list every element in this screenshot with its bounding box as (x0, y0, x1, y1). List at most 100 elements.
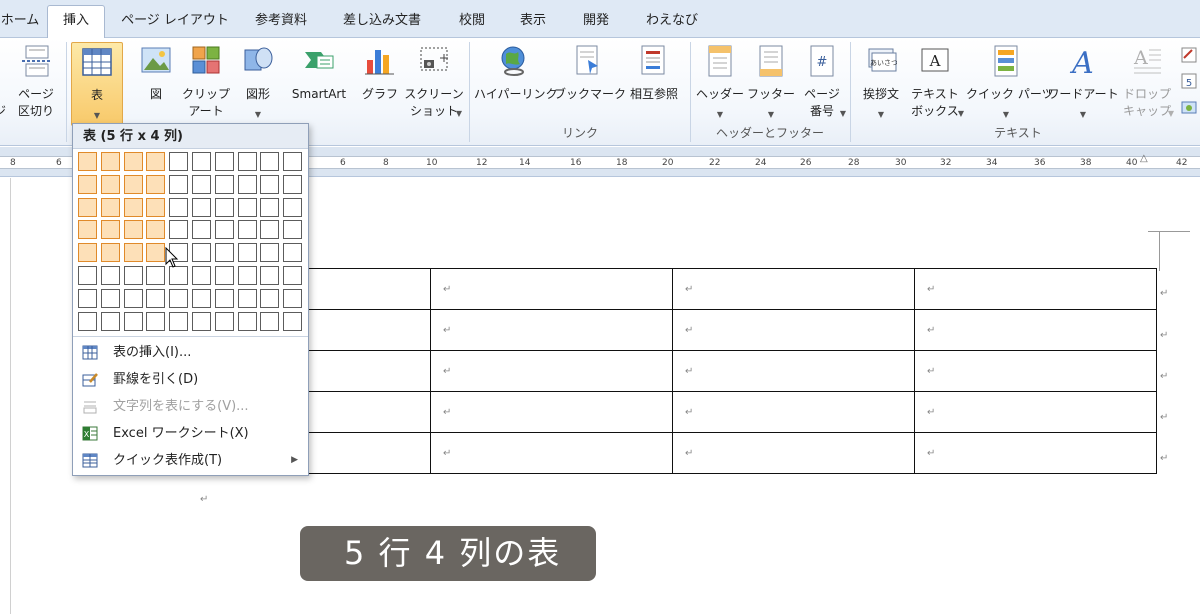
grid-cell[interactable] (237, 152, 257, 171)
grid-cell[interactable] (146, 197, 166, 217)
tab-insert[interactable]: 挿入 (47, 5, 105, 39)
object-icon[interactable] (1180, 98, 1198, 116)
grid-cell[interactable] (100, 311, 120, 331)
indent-marker-icon[interactable]: △ (1140, 153, 1148, 164)
grid-cell[interactable] (146, 220, 166, 240)
grid-cell[interactable] (146, 266, 166, 285)
grid-cell[interactable] (169, 197, 189, 217)
tab-review[interactable]: 校閲 (446, 6, 498, 38)
grid-cell[interactable] (283, 243, 303, 263)
grid-cell[interactable] (214, 220, 234, 240)
document-table[interactable]: ↵ ↵ ↵ ↵ ↵ ↵ ↵ ↵ ↵ ↵ ↵ ↵ ↵ ↵ ↵ (186, 268, 1157, 474)
table-cell[interactable]: ↵ (430, 268, 673, 310)
grid-cell[interactable] (283, 174, 303, 194)
table-cell[interactable]: ↵ (914, 350, 1157, 392)
grid-cell[interactable] (214, 174, 234, 194)
grid-cell[interactable] (146, 243, 166, 263)
grid-cell[interactable] (123, 220, 143, 240)
grid-cell[interactable] (123, 174, 143, 194)
grid-cell[interactable] (78, 266, 97, 285)
tab-waenavi[interactable]: わえなび (634, 6, 710, 38)
table-cell[interactable]: ↵ (914, 309, 1157, 351)
table-cell[interactable]: ↵ (672, 391, 915, 433)
signature-line-icon[interactable] (1180, 46, 1198, 64)
grid-cell[interactable] (237, 288, 257, 308)
convert-text-menu-item[interactable]: 文字列を表にする(V)... (73, 393, 308, 420)
grid-cell[interactable] (100, 174, 120, 194)
grid-cell[interactable] (260, 311, 280, 331)
grid-cell[interactable] (260, 220, 280, 240)
grid-cell[interactable] (169, 174, 189, 194)
table-cell[interactable]: ↵ (672, 432, 915, 474)
tab-mailings[interactable]: 差し込み文書 (330, 6, 434, 38)
grid-cell[interactable] (283, 288, 303, 308)
grid-cell[interactable] (146, 288, 166, 308)
grid-cell[interactable] (78, 197, 97, 217)
grid-cell[interactable] (214, 152, 234, 171)
grid-cell[interactable] (260, 174, 280, 194)
grid-cell[interactable] (283, 152, 303, 171)
tab-developer[interactable]: 開発 (570, 6, 622, 38)
grid-cell[interactable] (78, 243, 97, 263)
grid-cell[interactable] (214, 243, 234, 263)
table-cell[interactable]: ↵ (430, 432, 673, 474)
grid-cell[interactable] (100, 288, 120, 308)
grid-cell[interactable] (192, 152, 211, 171)
grid-cell[interactable] (146, 311, 166, 331)
grid-cell[interactable] (123, 197, 143, 217)
grid-cell[interactable] (237, 311, 257, 331)
grid-cell[interactable] (78, 174, 97, 194)
grid-cell[interactable] (283, 266, 303, 285)
table-cell[interactable]: ↵ (430, 391, 673, 433)
draw-table-menu-item[interactable]: 罫線を引く(D) (73, 366, 308, 393)
table-cell[interactable]: ↵ (430, 350, 673, 392)
grid-cell[interactable] (260, 243, 280, 263)
grid-cell[interactable] (192, 197, 211, 217)
grid-cell[interactable] (123, 152, 143, 171)
grid-cell[interactable] (146, 174, 166, 194)
grid-cell[interactable] (100, 243, 120, 263)
grid-cell[interactable] (260, 288, 280, 308)
table-cell[interactable]: ↵ (914, 268, 1157, 310)
grid-cell[interactable] (169, 220, 189, 240)
grid-cell[interactable] (146, 152, 166, 171)
table-cell[interactable]: ↵ (430, 309, 673, 351)
grid-cell[interactable] (100, 197, 120, 217)
grid-cell[interactable] (260, 197, 280, 217)
grid-cell[interactable] (169, 152, 189, 171)
grid-cell[interactable] (192, 220, 211, 240)
date-time-icon[interactable]: 5 (1180, 72, 1198, 90)
table-cell[interactable]: ↵ (914, 432, 1157, 474)
grid-cell[interactable] (237, 243, 257, 263)
tab-home[interactable]: ホーム (0, 6, 50, 38)
grid-cell[interactable] (100, 152, 120, 171)
table-button[interactable]: 表 ▼ (71, 42, 123, 126)
grid-cell[interactable] (123, 311, 143, 331)
grid-cell[interactable] (192, 243, 211, 263)
tab-references[interactable]: 参考資料 (244, 6, 318, 38)
grid-cell[interactable] (237, 197, 257, 217)
table-cell[interactable]: ↵ (672, 268, 915, 310)
tab-view[interactable]: 表示 (507, 6, 559, 38)
grid-cell[interactable] (100, 220, 120, 240)
grid-cell[interactable] (214, 266, 234, 285)
grid-cell[interactable] (260, 152, 280, 171)
quick-table-menu-item[interactable]: クイック表作成(T) ▶ (73, 447, 308, 474)
grid-cell[interactable] (260, 266, 280, 285)
grid-cell[interactable] (78, 288, 97, 308)
grid-cell[interactable] (78, 152, 97, 171)
grid-cell[interactable] (192, 266, 211, 285)
grid-cell[interactable] (169, 311, 189, 331)
grid-cell[interactable] (283, 197, 303, 217)
table-cell[interactable]: ↵ (672, 350, 915, 392)
grid-cell[interactable] (283, 311, 303, 331)
grid-cell[interactable] (100, 266, 120, 285)
grid-cell[interactable] (78, 311, 97, 331)
grid-cell[interactable] (192, 174, 211, 194)
insert-table-menu-item[interactable]: 表の挿入(I)... (73, 339, 308, 366)
grid-cell[interactable] (237, 220, 257, 240)
tab-page-layout[interactable]: ページ レイアウト (113, 6, 237, 38)
grid-cell[interactable] (214, 311, 234, 331)
table-cell[interactable]: ↵ (672, 309, 915, 351)
grid-cell[interactable] (283, 220, 303, 240)
